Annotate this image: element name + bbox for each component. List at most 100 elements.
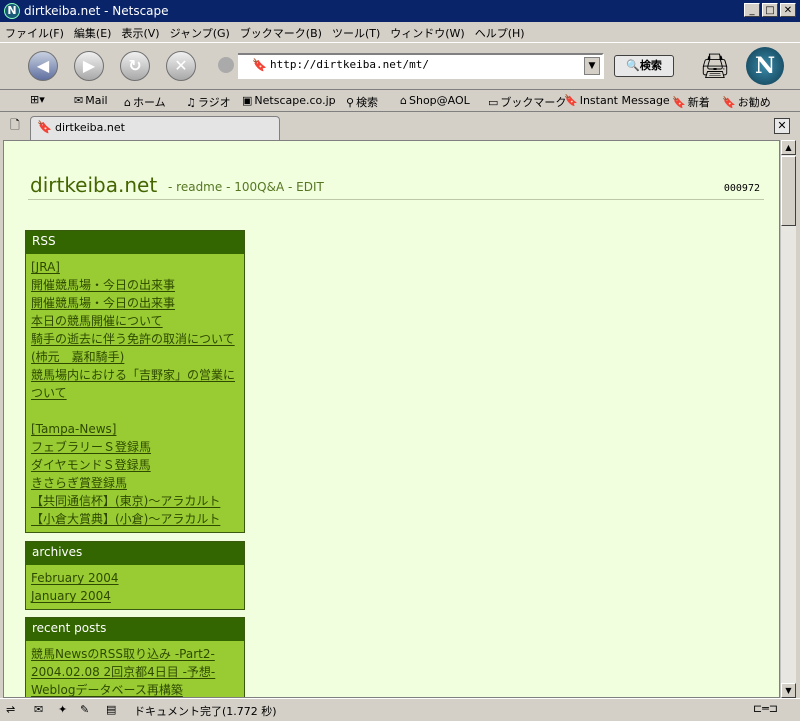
scroll-thumb[interactable] bbox=[781, 156, 796, 226]
rss-link[interactable]: 開催競馬場・今日の出来事 bbox=[31, 294, 239, 312]
personal-toolbar: ⊞▾ ✉ Mail ⌂ ホーム ♫ ラジオ ▣ Netscape.co.jp ⚲ 検索 ⌂… bbox=[0, 90, 800, 112]
qa-link[interactable]: 100Q&A bbox=[234, 180, 284, 194]
back-arrow-icon: ◀ bbox=[36, 56, 50, 75]
menu-tools[interactable]: ツール(T) bbox=[327, 22, 385, 44]
rss-group-tampa[interactable]: [Tampa-News] bbox=[31, 420, 239, 438]
tab-bar: 🗋 🔖 dirtkeiba.net ✕ bbox=[0, 112, 800, 140]
address-book-icon[interactable]: ▤ bbox=[106, 703, 116, 716]
scroll-up-arrow[interactable]: ▲ bbox=[781, 140, 796, 155]
toolbar-search[interactable]: ⚲ 検索 bbox=[346, 94, 378, 110]
rss-box: RSS [JRA] 開催競馬場・今日の出来事 開催競馬場・今日の出来事 本日の競… bbox=[25, 230, 245, 533]
netscape-logo[interactable]: N bbox=[746, 47, 784, 85]
reload-button[interactable]: ↻ bbox=[120, 51, 150, 81]
readme-link[interactable]: readme bbox=[176, 180, 222, 194]
tab-label: dirtkeiba.net bbox=[55, 121, 125, 134]
tab-menu-button[interactable]: ⊞▾ bbox=[30, 93, 60, 109]
new-tab-icon: 🗋 bbox=[10, 118, 20, 132]
toolbar-shop[interactable]: ⌂ Shop@AOL bbox=[400, 94, 470, 107]
menu-bar: ファイル(F) 編集(E) 表示(V) ジャンプ(G) ブックマーク(B) ツール(T) ウ… bbox=[0, 22, 800, 42]
stop-icon: ✕ bbox=[174, 56, 188, 75]
home-icon: ⌂ bbox=[124, 96, 131, 109]
rss-link[interactable]: 開催競馬場・今日の出来事 bbox=[31, 276, 239, 294]
url-dropdown-button[interactable]: ▼ bbox=[584, 57, 600, 75]
vertical-scrollbar[interactable]: ▲ ▼ bbox=[780, 140, 796, 698]
rss-link[interactable]: フェブラリーＳ登録馬 bbox=[31, 438, 239, 456]
print-icon[interactable]: 🖨 bbox=[698, 49, 732, 83]
header-nav: - readme - 100Q&A - EDIT bbox=[168, 180, 324, 194]
new-tab-button[interactable]: 🗋 bbox=[6, 116, 24, 134]
status-bar: ⇌ ✉ ✦ ✎ ▤ ドキュメント完了(1.772 秒) ⊏═⊐ bbox=[0, 698, 800, 721]
rss-link[interactable]: 競馬場内における「吉野家」の営業について bbox=[31, 366, 239, 402]
toolbar-mail[interactable]: ✉ Mail bbox=[74, 94, 108, 107]
rss-link[interactable]: 本日の競馬開催について bbox=[31, 312, 239, 330]
page-icon: 🔖 bbox=[37, 120, 52, 134]
toolbar-instant-message[interactable]: 🔖 Instant Message bbox=[564, 94, 670, 107]
menu-view[interactable]: 表示(V) bbox=[116, 22, 164, 44]
visit-counter: 000972 bbox=[723, 183, 760, 194]
menu-bookmarks[interactable]: ブックマーク(B) bbox=[235, 22, 327, 44]
magnifier-small-icon: ⚲ bbox=[346, 96, 355, 109]
my-netscape-icon: ▣ bbox=[242, 94, 253, 107]
rss-link[interactable]: きさらぎ賞登録馬 bbox=[31, 474, 239, 492]
toolbar-whats-new[interactable]: 🔖 新着 bbox=[672, 94, 710, 110]
menu-file[interactable]: ファイル(F) bbox=[0, 22, 69, 44]
toolbar-radio[interactable]: ♫ ラジオ bbox=[186, 94, 231, 110]
close-window-button[interactable]: ✕ bbox=[780, 3, 796, 17]
link-icon: 🔖 bbox=[564, 94, 578, 107]
recent-post-link[interactable]: 2004.02.08 2回京都4日目 -予想- bbox=[31, 663, 239, 681]
recent-post-link[interactable]: Weblogデータベース再構築 bbox=[31, 681, 239, 697]
aim-icon[interactable]: ✦ bbox=[58, 703, 67, 716]
maximize-button[interactable]: □ bbox=[762, 3, 778, 17]
link-icon: 🔖 bbox=[722, 96, 736, 109]
url-history-icon bbox=[218, 57, 234, 73]
forward-button[interactable]: ▶ bbox=[74, 51, 104, 81]
shop-icon: ⌂ bbox=[400, 94, 407, 107]
page-viewport: dirtkeiba.net - readme - 100Q&A - EDIT 0… bbox=[3, 140, 780, 698]
rss-link[interactable]: ダイヤモンドＳ登録馬 bbox=[31, 456, 239, 474]
url-input[interactable] bbox=[270, 58, 580, 71]
close-icon: ✕ bbox=[777, 119, 787, 132]
toolbar-bookmarks[interactable]: ▭ ブックマーク bbox=[488, 94, 566, 110]
rss-link[interactable]: 【共同通信杯】(東京)〜アラカルト bbox=[31, 492, 239, 510]
toolbar-recommend-label: お勧め bbox=[737, 96, 771, 109]
back-button[interactable]: ◀ bbox=[28, 51, 58, 81]
edit-link[interactable]: EDIT bbox=[296, 180, 324, 194]
search-button[interactable]: 🔍検索 bbox=[614, 55, 674, 77]
close-tab-button[interactable]: ✕ bbox=[774, 118, 790, 134]
mail-status-icon[interactable]: ✉ bbox=[34, 703, 43, 716]
toolbar-new-label: 新着 bbox=[687, 96, 710, 109]
menu-go[interactable]: ジャンプ(G) bbox=[165, 22, 235, 44]
recent-post-link[interactable]: 競馬NewsのRSS取り込み -Part2- bbox=[31, 645, 239, 663]
site-title[interactable]: dirtkeiba.net bbox=[30, 173, 157, 197]
magnifier-icon: 🔍 bbox=[626, 59, 640, 72]
headphones-icon: ♫ bbox=[186, 96, 196, 109]
menu-window[interactable]: ウィンドウ(W) bbox=[385, 22, 469, 44]
status-message: ドキュメント完了(1.772 秒) bbox=[134, 705, 277, 718]
bookmark-folder-icon: ▭ bbox=[488, 96, 499, 109]
online-status-icon[interactable]: ⇌ bbox=[6, 703, 15, 716]
page-bookmark-icon[interactable]: 🔖 bbox=[252, 58, 267, 72]
recent-posts-box: recent posts 競馬NewsのRSS取り込み -Part2- 2004… bbox=[25, 617, 245, 697]
toolbar-netscape[interactable]: ▣ Netscape.co.jp bbox=[242, 94, 336, 107]
archive-link[interactable]: February 2004 bbox=[31, 569, 239, 587]
menu-help[interactable]: ヘルプ(H) bbox=[470, 22, 530, 44]
toolbar-shop-label: Shop@AOL bbox=[408, 94, 470, 107]
search-button-label: 検索 bbox=[639, 59, 662, 72]
tab-dirtkeiba[interactable]: 🔖 dirtkeiba.net bbox=[30, 116, 280, 140]
toolbar-recommend[interactable]: 🔖 お勧め bbox=[722, 94, 771, 110]
composer-icon[interactable]: ✎ bbox=[80, 703, 89, 716]
netscape-app-icon: N bbox=[4, 3, 20, 19]
stop-button[interactable]: ✕ bbox=[166, 51, 196, 81]
archive-link[interactable]: January 2004 bbox=[31, 587, 239, 605]
rss-group-jra[interactable]: [JRA] bbox=[31, 258, 239, 276]
rss-link[interactable]: 【小倉大賞典】(小倉)〜アラカルト bbox=[31, 510, 239, 528]
minimize-button[interactable]: _ bbox=[744, 3, 760, 17]
toolbar-home-label: ホーム bbox=[132, 96, 166, 109]
title-bar: N dirtkeiba.net - Netscape _ □ ✕ bbox=[0, 0, 800, 22]
rss-link[interactable]: 騎手の逝去に伴う免許の取消について(柿元 嘉和騎手) bbox=[31, 330, 239, 366]
link-icon: 🔖 bbox=[672, 96, 686, 109]
scroll-down-arrow[interactable]: ▼ bbox=[781, 683, 796, 698]
menu-edit[interactable]: 編集(E) bbox=[69, 22, 117, 44]
toolbar-home[interactable]: ⌂ ホーム bbox=[124, 94, 166, 110]
url-history-button[interactable] bbox=[214, 53, 238, 79]
